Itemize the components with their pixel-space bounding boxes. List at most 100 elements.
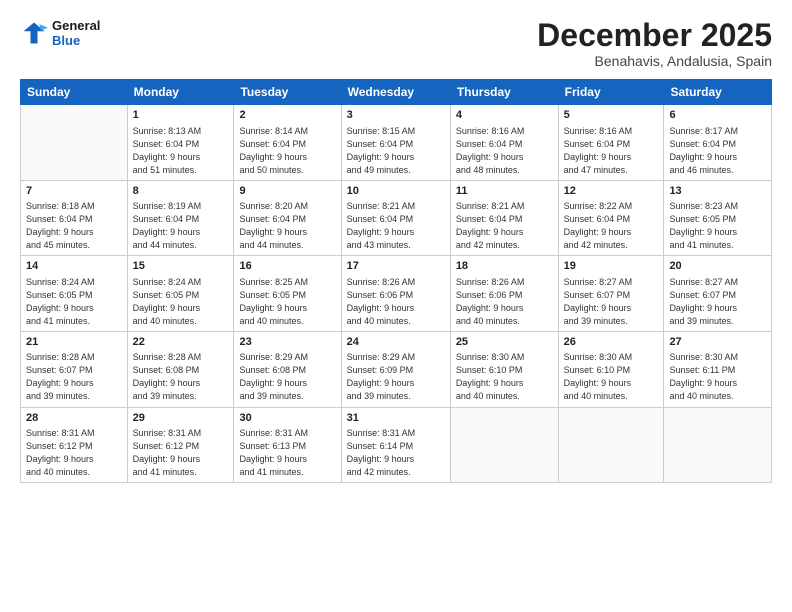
- cell-info: Sunrise: 8:16 AMSunset: 6:04 PMDaylight:…: [564, 125, 659, 177]
- calendar-week-row: 1Sunrise: 8:13 AMSunset: 6:04 PMDaylight…: [21, 105, 772, 181]
- cell-info: Sunrise: 8:31 AMSunset: 6:14 PMDaylight:…: [347, 427, 445, 479]
- day-number: 28: [26, 411, 122, 426]
- cell-info: Sunrise: 8:16 AMSunset: 6:04 PMDaylight:…: [456, 125, 553, 177]
- day-header-friday: Friday: [558, 80, 664, 105]
- calendar-cell: 1Sunrise: 8:13 AMSunset: 6:04 PMDaylight…: [127, 105, 234, 181]
- day-header-thursday: Thursday: [450, 80, 558, 105]
- cell-info: Sunrise: 8:25 AMSunset: 6:05 PMDaylight:…: [239, 276, 335, 328]
- day-number: 8: [133, 184, 229, 199]
- cell-info: Sunrise: 8:30 AMSunset: 6:10 PMDaylight:…: [564, 351, 659, 403]
- day-number: 6: [669, 108, 766, 123]
- calendar-header-row: SundayMondayTuesdayWednesdayThursdayFrid…: [21, 80, 772, 105]
- cell-info: Sunrise: 8:20 AMSunset: 6:04 PMDaylight:…: [239, 200, 335, 252]
- calendar-cell: 17 Sunrise: 8:26 AMSunset: 6:06 PMDayligh…: [341, 256, 450, 332]
- day-number: 24: [347, 335, 445, 350]
- calendar-cell: 10Sunrise: 8:21 AMSunset: 6:04 PMDayligh…: [341, 180, 450, 256]
- calendar-cell: 13Sunrise: 8:23 AMSunset: 6:05 PMDayligh…: [664, 180, 772, 256]
- logo-icon: [20, 19, 48, 47]
- cell-info: Sunrise: 8:24 AMSunset: 6:05 PMDaylight:…: [26, 276, 122, 328]
- calendar-cell: 11Sunrise: 8:21 AMSunset: 6:04 PMDayligh…: [450, 180, 558, 256]
- calendar-cell: 7Sunrise: 8:18 AMSunset: 6:04 PMDaylight…: [21, 180, 128, 256]
- cell-info: Sunrise: 8:28 AMSunset: 6:07 PMDaylight:…: [26, 351, 122, 403]
- calendar-cell: 12Sunrise: 8:22 AMSunset: 6:04 PMDayligh…: [558, 180, 664, 256]
- day-number: 20: [669, 259, 766, 274]
- day-number: 9: [239, 184, 335, 199]
- day-number: 16: [239, 259, 335, 274]
- cell-info: Sunrise: 8:19 AMSunset: 6:04 PMDaylight:…: [133, 200, 229, 252]
- calendar-cell: 8Sunrise: 8:19 AMSunset: 6:04 PMDaylight…: [127, 180, 234, 256]
- calendar-cell: 6 Sunrise: 8:17 AMSunset: 6:04 PMDaylight…: [664, 105, 772, 181]
- calendar-cell: [558, 407, 664, 483]
- day-number: 18: [456, 259, 553, 274]
- calendar-cell: [21, 105, 128, 181]
- day-number: 13: [669, 184, 766, 199]
- cell-info: Sunrise: 8:24 AMSunset: 6:05 PMDaylight:…: [133, 276, 229, 328]
- calendar-cell: 22Sunrise: 8:28 AMSunset: 6:08 PMDayligh…: [127, 331, 234, 407]
- day-header-monday: Monday: [127, 80, 234, 105]
- cell-info: Sunrise: 8:29 AMSunset: 6:08 PMDaylight:…: [239, 351, 335, 403]
- calendar-cell: 15Sunrise: 8:24 AMSunset: 6:05 PMDayligh…: [127, 256, 234, 332]
- day-number: 21: [26, 335, 122, 350]
- day-number: 3: [347, 108, 445, 123]
- cell-info: Sunrise: 8:28 AMSunset: 6:08 PMDaylight:…: [133, 351, 229, 403]
- day-number: 29: [133, 411, 229, 426]
- calendar-cell: 9Sunrise: 8:20 AMSunset: 6:04 PMDaylight…: [234, 180, 341, 256]
- day-number: 22: [133, 335, 229, 350]
- header: General Blue December 2025 Benahavis, An…: [20, 18, 772, 69]
- calendar-cell: 27Sunrise: 8:30 AMSunset: 6:11 PMDayligh…: [664, 331, 772, 407]
- calendar-table: SundayMondayTuesdayWednesdayThursdayFrid…: [20, 79, 772, 483]
- calendar-week-row: 7Sunrise: 8:18 AMSunset: 6:04 PMDaylight…: [21, 180, 772, 256]
- day-number: 7: [26, 184, 122, 199]
- cell-info: Sunrise: 8:30 AMSunset: 6:10 PMDaylight:…: [456, 351, 553, 403]
- day-number: 14: [26, 259, 122, 274]
- page: General Blue December 2025 Benahavis, An…: [0, 0, 792, 612]
- day-number: 4: [456, 108, 553, 123]
- calendar-cell: 24Sunrise: 8:29 AMSunset: 6:09 PMDayligh…: [341, 331, 450, 407]
- calendar-cell: 14 Sunrise: 8:24 AMSunset: 6:05 PMDayligh…: [21, 256, 128, 332]
- month-title: December 2025: [537, 18, 772, 53]
- calendar-cell: [664, 407, 772, 483]
- calendar-cell: 20Sunrise: 8:27 AMSunset: 6:07 PMDayligh…: [664, 256, 772, 332]
- calendar-cell: 5 Sunrise: 8:16 AMSunset: 6:04 PMDaylight…: [558, 105, 664, 181]
- title-block: December 2025 Benahavis, Andalusia, Spai…: [537, 18, 772, 69]
- calendar-cell: 3 Sunrise: 8:15 AMSunset: 6:04 PMDaylight…: [341, 105, 450, 181]
- cell-info: Sunrise: 8:13 AMSunset: 6:04 PMDaylight:…: [133, 125, 229, 177]
- cell-info: Sunrise: 8:18 AMSunset: 6:04 PMDaylight:…: [26, 200, 122, 252]
- day-header-wednesday: Wednesday: [341, 80, 450, 105]
- day-number: 23: [239, 335, 335, 350]
- calendar-cell: 30Sunrise: 8:31 AMSunset: 6:13 PMDayligh…: [234, 407, 341, 483]
- calendar-cell: 28Sunrise: 8:31 AMSunset: 6:12 PMDayligh…: [21, 407, 128, 483]
- day-header-saturday: Saturday: [664, 80, 772, 105]
- cell-info: Sunrise: 8:30 AMSunset: 6:11 PMDaylight:…: [669, 351, 766, 403]
- calendar-cell: 16 Sunrise: 8:25 AMSunset: 6:05 PMDayligh…: [234, 256, 341, 332]
- calendar-cell: 31Sunrise: 8:31 AMSunset: 6:14 PMDayligh…: [341, 407, 450, 483]
- day-number: 17: [347, 259, 445, 274]
- day-header-tuesday: Tuesday: [234, 80, 341, 105]
- cell-info: Sunrise: 8:22 AMSunset: 6:04 PMDaylight:…: [564, 200, 659, 252]
- cell-info: Sunrise: 8:23 AMSunset: 6:05 PMDaylight:…: [669, 200, 766, 252]
- calendar-week-row: 14 Sunrise: 8:24 AMSunset: 6:05 PMDayligh…: [21, 256, 772, 332]
- cell-info: Sunrise: 8:27 AMSunset: 6:07 PMDaylight:…: [564, 276, 659, 328]
- calendar-week-row: 21Sunrise: 8:28 AMSunset: 6:07 PMDayligh…: [21, 331, 772, 407]
- cell-info: Sunrise: 8:14 AMSunset: 6:04 PMDaylight:…: [239, 125, 335, 177]
- location-title: Benahavis, Andalusia, Spain: [537, 53, 772, 69]
- calendar-cell: [450, 407, 558, 483]
- calendar-cell: 26Sunrise: 8:30 AMSunset: 6:10 PMDayligh…: [558, 331, 664, 407]
- day-number: 31: [347, 411, 445, 426]
- cell-info: Sunrise: 8:15 AMSunset: 6:04 PMDaylight:…: [347, 125, 445, 177]
- day-number: 27: [669, 335, 766, 350]
- calendar-cell: 2Sunrise: 8:14 AMSunset: 6:04 PMDaylight…: [234, 105, 341, 181]
- cell-info: Sunrise: 8:26 AMSunset: 6:06 PMDaylight:…: [347, 276, 445, 328]
- calendar-week-row: 28Sunrise: 8:31 AMSunset: 6:12 PMDayligh…: [21, 407, 772, 483]
- calendar-cell: 19Sunrise: 8:27 AMSunset: 6:07 PMDayligh…: [558, 256, 664, 332]
- cell-info: Sunrise: 8:26 AMSunset: 6:06 PMDaylight:…: [456, 276, 553, 328]
- calendar-cell: 23Sunrise: 8:29 AMSunset: 6:08 PMDayligh…: [234, 331, 341, 407]
- logo: General Blue: [20, 18, 100, 48]
- day-number: 11: [456, 184, 553, 199]
- day-number: 26: [564, 335, 659, 350]
- day-number: 25: [456, 335, 553, 350]
- cell-info: Sunrise: 8:21 AMSunset: 6:04 PMDaylight:…: [347, 200, 445, 252]
- day-number: 5: [564, 108, 659, 123]
- cell-info: Sunrise: 8:17 AMSunset: 6:04 PMDaylight:…: [669, 125, 766, 177]
- calendar-cell: 25Sunrise: 8:30 AMSunset: 6:10 PMDayligh…: [450, 331, 558, 407]
